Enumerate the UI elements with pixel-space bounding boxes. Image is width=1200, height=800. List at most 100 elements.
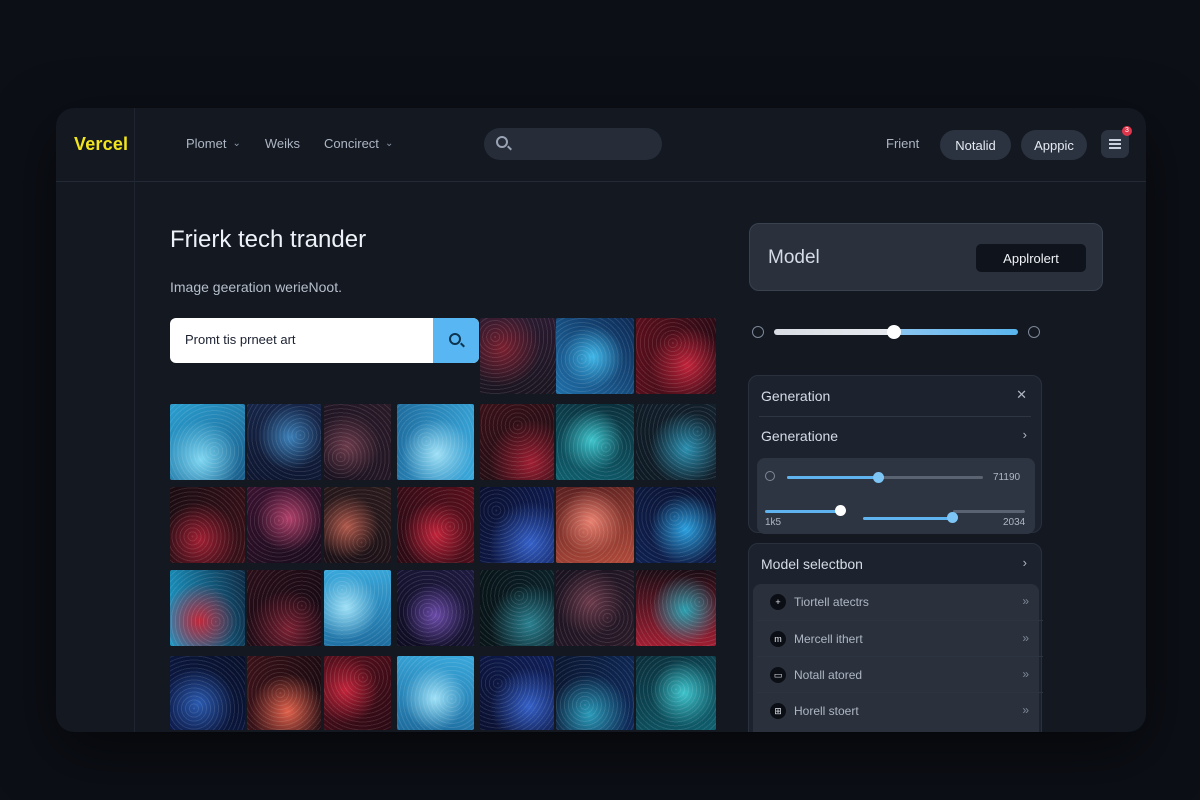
chevron-down-icon: ⌄ — [384, 138, 394, 149]
gallery-image[interactable] — [480, 487, 554, 563]
prompt-submit-button[interactable] — [433, 318, 479, 363]
model-card-label: Model — [768, 247, 820, 268]
header-link-frient[interactable]: Frient — [886, 136, 919, 151]
model-list-item-label: Horell stoert — [794, 704, 859, 718]
sidebar-divider — [134, 108, 135, 732]
double-chevron-right-icon: » — [1022, 667, 1029, 681]
gallery-image[interactable] — [556, 318, 634, 394]
gallery-image[interactable] — [636, 404, 716, 480]
close-icon[interactable]: ✕ — [1016, 387, 1027, 403]
gallery-image[interactable] — [247, 570, 321, 646]
apppic-button[interactable]: Apppic — [1021, 130, 1087, 160]
gallery-image[interactable] — [636, 570, 716, 646]
generation-panel: Generation ✕ Generatione › 71190 1k5 203… — [748, 375, 1042, 534]
menu-button[interactable]: 3 — [1101, 126, 1132, 158]
gallery-image[interactable] — [636, 487, 716, 563]
chevron-down-icon: ⌄ — [232, 138, 241, 149]
apply-model-button[interactable]: Applrolert — [976, 244, 1086, 272]
nav-item-label: Plomet — [186, 136, 227, 151]
gallery-image[interactable] — [636, 656, 716, 730]
page-title: Frierk tech trander — [170, 226, 367, 253]
gallery-image[interactable] — [324, 570, 391, 646]
plus-icon: + — [770, 594, 786, 610]
model-list-item[interactable]: + Tiortell atectrs » — [757, 584, 1043, 620]
nav-item-label: Concirect — [324, 136, 379, 151]
range-min-icon — [752, 326, 764, 338]
search-icon — [448, 333, 461, 345]
gallery-image[interactable] — [324, 656, 391, 730]
search-icon — [496, 136, 508, 148]
gallery-image[interactable] — [397, 570, 474, 646]
model-list-item[interactable]: ⊞ Horell stoert » — [757, 692, 1043, 728]
chevron-right-icon: › — [1022, 555, 1027, 570]
model-list-item[interactable]: m Mercell ithert » — [757, 620, 1043, 656]
slider-3-value: 2034 — [1003, 517, 1026, 528]
slider-1-handle[interactable] — [873, 472, 884, 483]
double-chevron-right-icon: » — [1022, 594, 1029, 608]
slider-icon — [765, 471, 775, 481]
nav-item-plomet[interactable]: Plomet ⌄ — [186, 136, 241, 151]
slider-3-track[interactable] — [953, 510, 1025, 513]
grid-icon: ⊞ — [770, 703, 786, 719]
model-selection-title: Model selectbon — [761, 556, 863, 572]
gallery-image[interactable] — [397, 487, 474, 563]
slider-1-value: 71190 — [993, 472, 1021, 483]
generation-row-label: Generation — [761, 388, 831, 404]
prompt-input[interactable]: Promt tis prneet art — [170, 318, 479, 363]
menu-icon — [1109, 139, 1121, 149]
brand-logo[interactable]: Vercel — [74, 134, 128, 155]
gallery-image[interactable] — [170, 656, 245, 730]
double-chevron-right-icon: » — [1022, 631, 1029, 645]
gallery-image[interactable] — [480, 656, 554, 730]
slider-3-handle[interactable] — [947, 512, 958, 523]
model-selection-panel: Model selectbon › + Tiortell atectrs » m… — [748, 543, 1043, 732]
top-navigation-bar: Vercel Plomet ⌄ Weiks Concirect ⌄ Frient… — [56, 108, 1146, 182]
m-icon: m — [770, 631, 786, 647]
gallery-image[interactable] — [170, 487, 245, 563]
main-nav: Plomet ⌄ Weiks Concirect ⌄ — [186, 136, 393, 151]
gallery-image[interactable] — [247, 404, 321, 480]
gallery-image[interactable] — [247, 656, 321, 730]
slider-2-value: 1k5 — [765, 517, 782, 528]
app-window: Vercel Plomet ⌄ Weiks Concirect ⌄ Frient… — [56, 108, 1146, 732]
generation-row[interactable]: Generation ✕ — [749, 376, 1041, 416]
model-range-slider[interactable] — [752, 324, 1044, 340]
gallery-image[interactable] — [324, 404, 391, 480]
slider-2-fill[interactable] — [765, 510, 843, 513]
notalid-button[interactable]: Notalid — [940, 130, 1011, 160]
slider-3-fill — [863, 517, 953, 520]
toggle-icon: ▭ — [770, 667, 786, 683]
nav-item-weiks[interactable]: Weiks — [265, 136, 300, 151]
gallery-image[interactable] — [170, 570, 245, 646]
slider-2-handle[interactable] — [835, 505, 846, 516]
prompt-input-value: Promt tis prneet art — [185, 332, 296, 347]
range-handle[interactable] — [886, 325, 901, 339]
model-selection-header[interactable]: Model selectbon › — [749, 544, 1041, 584]
gallery-image[interactable] — [556, 656, 634, 730]
gallery-image[interactable] — [556, 570, 634, 646]
notification-badge: 3 — [1122, 126, 1132, 136]
gallery-image[interactable] — [397, 656, 474, 730]
header-search-input[interactable] — [484, 128, 662, 160]
range-max-icon — [1028, 326, 1040, 338]
gallery-image[interactable] — [397, 404, 474, 480]
generatione-row[interactable]: Generatione › — [749, 416, 1041, 456]
gallery-image[interactable] — [247, 487, 321, 563]
gallery-image[interactable] — [480, 404, 554, 480]
gallery-image[interactable] — [170, 404, 245, 480]
model-list-item-label: Mercell ithert — [794, 632, 863, 646]
gallery-image[interactable] — [480, 318, 556, 394]
gallery-image[interactable] — [480, 570, 554, 646]
gallery-image[interactable] — [324, 487, 391, 563]
slider-1-fill — [787, 476, 877, 479]
double-chevron-right-icon: » — [1022, 703, 1029, 717]
model-list-item[interactable]: ▭ Notall atored » — [757, 656, 1043, 692]
gallery-image[interactable] — [556, 487, 634, 563]
nav-item-concirect[interactable]: Concirect ⌄ — [324, 136, 393, 151]
gallery-image[interactable] — [556, 404, 634, 480]
generatione-row-label: Generatione — [761, 428, 839, 444]
gallery-image[interactable] — [636, 318, 716, 394]
model-list-item-label: Notall atored — [794, 668, 863, 682]
model-card: Model Applrolert — [749, 223, 1103, 291]
page-subtitle: Image geeration werieNoot. — [170, 279, 342, 295]
